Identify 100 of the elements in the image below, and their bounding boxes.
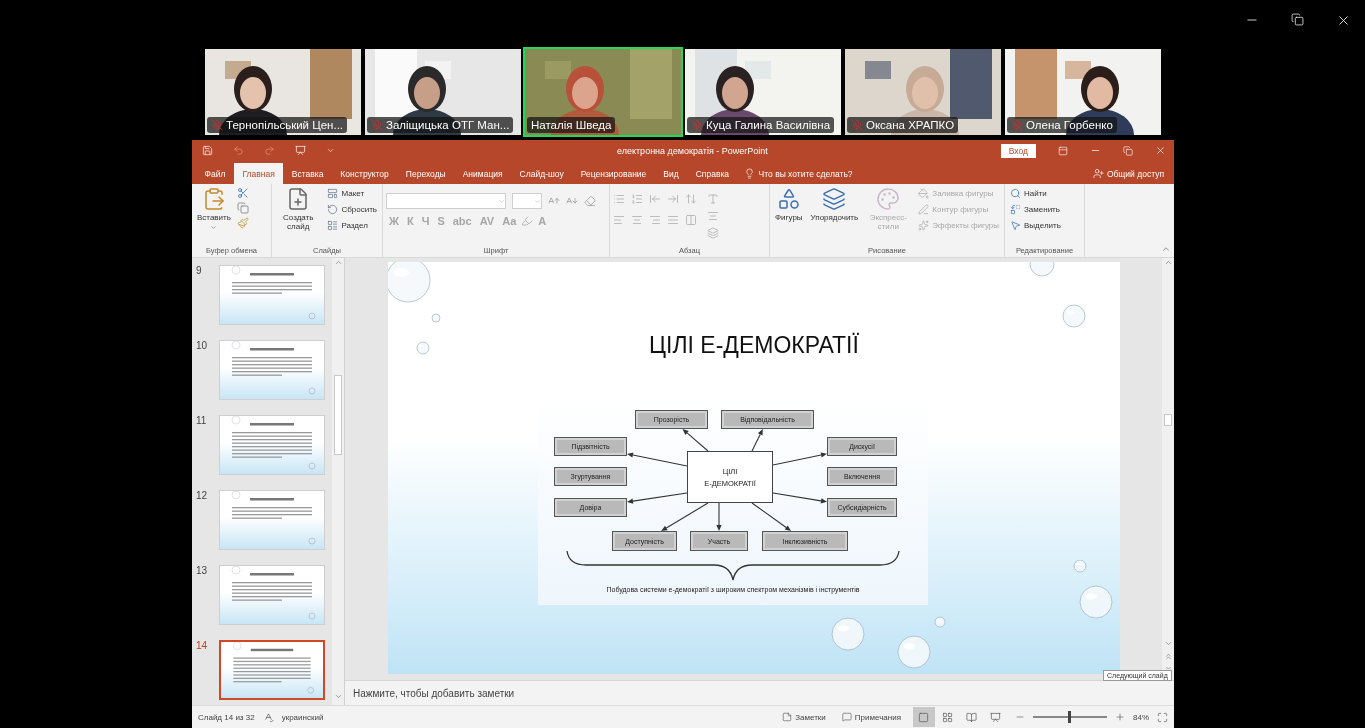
ribbon-tab[interactable]: Вид (654, 163, 688, 184)
bullets-icon[interactable] (613, 193, 625, 205)
restore-icon[interactable] (1291, 13, 1304, 26)
comments-button[interactable]: Примечания (837, 712, 905, 722)
text-direction-icon[interactable] (707, 193, 719, 205)
sign-in-button[interactable]: Вход (1000, 143, 1036, 158)
align-text-icon[interactable] (707, 210, 719, 222)
increase-font-icon[interactable] (548, 195, 560, 207)
ribbon-tab[interactable]: Файл (196, 163, 234, 184)
ribbon-display-icon[interactable] (1058, 145, 1068, 156)
arrange-icon (822, 187, 847, 211)
scroll-thumb[interactable] (1164, 414, 1172, 426)
editing-command[interactable]: Найти (1008, 187, 1081, 200)
video-tile[interactable]: Олена Горбенко (1003, 47, 1163, 137)
person-icon (1092, 168, 1104, 179)
smartart-icon[interactable] (707, 227, 719, 239)
line-spacing-icon[interactable] (685, 193, 697, 205)
zoom-in-icon[interactable] (1115, 712, 1125, 722)
participant-name: Наталія Шведа (531, 119, 612, 131)
zoom-thumb[interactable] (1067, 711, 1071, 723)
slide-counter: Слайд 14 из 32 (198, 712, 255, 722)
slides-command[interactable]: Сбросить (325, 203, 379, 216)
scrollbar[interactable] (332, 258, 344, 705)
format-painter-icon[interactable] (236, 217, 249, 229)
view-button[interactable] (913, 707, 935, 727)
ribbon-tab[interactable]: Слайд-шоу (511, 163, 573, 184)
book-icon (966, 711, 978, 723)
fit-to-window-icon[interactable] (1157, 711, 1168, 723)
new-slide-button[interactable]: Создать слайд (275, 187, 322, 246)
increase-indent-icon[interactable] (667, 193, 679, 205)
collapse-ribbon-icon[interactable] (1161, 244, 1171, 254)
numbering-icon[interactable] (631, 193, 643, 205)
redo-icon[interactable] (264, 145, 275, 156)
highlighter-icon[interactable] (521, 215, 534, 227)
window-title: електронна демократія - PowerPoint (616, 145, 769, 156)
copy-icon[interactable] (236, 202, 249, 214)
ribbon-tab[interactable]: Справка (687, 163, 738, 184)
slideshow-icon[interactable] (295, 145, 306, 156)
caret-icon (498, 197, 505, 205)
drawing-button[interactable]: Упорядочить (808, 187, 861, 246)
tell-me-search[interactable]: Что вы хотите сделать? (737, 163, 859, 184)
slides-command[interactable]: Раздел (325, 219, 379, 232)
slide-number: 14 (196, 640, 209, 651)
close-icon[interactable] (1336, 13, 1351, 28)
note-icon (782, 712, 793, 722)
font-name-field[interactable] (386, 193, 506, 209)
align-left-icon[interactable] (613, 214, 625, 226)
spell-check-icon[interactable] (262, 711, 274, 723)
grid-icon (942, 711, 954, 723)
align-center-icon[interactable] (631, 214, 643, 226)
decrease-font-icon[interactable] (566, 195, 578, 207)
video-tile[interactable]: Куца Галина Василівна (683, 47, 843, 137)
slide-number: 13 (196, 565, 209, 576)
video-tile[interactable]: Заліщицька ОТГ Ман... (363, 47, 523, 137)
scroll-thumb[interactable] (334, 375, 342, 455)
columns-icon[interactable] (685, 214, 697, 226)
font-size-field[interactable] (512, 193, 542, 209)
scroll-down-icon[interactable] (1163, 639, 1173, 648)
decrease-indent-icon[interactable] (649, 193, 661, 205)
ribbon-tab[interactable]: Главная (233, 163, 284, 184)
video-tile[interactable]: Наталія Шведа (523, 47, 683, 137)
slide-number: 11 (196, 415, 208, 426)
notes-button[interactable]: Заметки (778, 712, 830, 722)
pen-icon (918, 204, 930, 215)
caret-icon (534, 197, 541, 205)
share-button[interactable]: Общий доступ (1082, 163, 1174, 184)
participant-name: Оксана ХРАПКО (866, 119, 955, 131)
ribbon-tab[interactable]: Анимация (454, 163, 512, 184)
slide-number: 10 (196, 340, 209, 351)
participant-name: Куца Галина Василівна (706, 119, 831, 131)
language-label[interactable]: украинский (281, 712, 324, 722)
editing-command[interactable]: Заменить (1008, 203, 1081, 216)
video-tile[interactable]: Оксана ХРАПКО (843, 47, 1003, 137)
scissors-icon[interactable] (236, 187, 249, 199)
participant-name: Тернопільський Цен... (226, 119, 344, 131)
notes-placeholder: Нажмите, чтобы добавить заметки (353, 687, 515, 699)
undo-icon[interactable] (233, 145, 244, 156)
scroll-up-icon[interactable] (1163, 258, 1173, 267)
clear-formatting-icon[interactable] (584, 195, 596, 207)
paste-button[interactable]: Вставить (195, 187, 233, 246)
video-tile[interactable]: Тернопільський Цен... (203, 47, 363, 137)
save-icon[interactable] (202, 145, 213, 156)
zoom-percent[interactable]: 84% (1133, 712, 1149, 722)
shapes-icon (776, 187, 801, 211)
align-right-icon[interactable] (649, 214, 661, 226)
scroll-down-icon[interactable] (333, 692, 343, 701)
ribbon-tab[interactable]: Переходы (397, 163, 455, 184)
caret-icon[interactable] (326, 146, 335, 155)
slide-thumbnail[interactable] (219, 640, 325, 700)
justify-icon[interactable] (667, 214, 679, 226)
ribbon-tab[interactable]: Конструктор (331, 163, 398, 184)
previous-slide-icon[interactable] (1163, 652, 1173, 661)
drawing-button[interactable]: Фигуры (773, 187, 805, 246)
ribbon-tab[interactable]: Вставка (283, 163, 332, 184)
editing-command[interactable]: Выделить (1008, 219, 1081, 232)
layout-icon (327, 188, 339, 199)
scroll-up-icon[interactable] (333, 258, 343, 267)
participant-name: Олена Горбенко (1026, 119, 1113, 131)
slides-command[interactable]: Макет (325, 187, 379, 200)
ribbon-tab[interactable]: Рецензирование (572, 163, 655, 184)
